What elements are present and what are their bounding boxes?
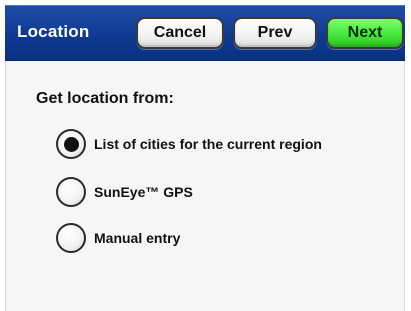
option-label: SunEye™ GPS: [94, 184, 193, 200]
next-button[interactable]: Next: [326, 17, 404, 49]
page-title: Location: [17, 22, 90, 41]
radio-option-city-list[interactable]: List of cities for the current region: [56, 128, 322, 160]
radio-selected-dot: [63, 136, 79, 152]
radio-button[interactable]: [56, 223, 86, 253]
location-source-label: Get location from:: [36, 90, 174, 107]
option-label: Manual entry: [94, 230, 181, 246]
title-bar: Location Cancel Prev Next: [5, 5, 405, 61]
prev-button[interactable]: Prev: [233, 17, 317, 49]
radio-button-selected[interactable]: [56, 129, 86, 159]
option-label: List of cities for the current region: [94, 136, 322, 152]
radio-button[interactable]: [56, 177, 86, 207]
location-dialog: Location Cancel Prev Next Get location f…: [0, 0, 411, 311]
radio-option-manual[interactable]: Manual entry: [56, 222, 180, 254]
radio-option-gps[interactable]: SunEye™ GPS: [56, 176, 193, 208]
cancel-button[interactable]: Cancel: [136, 17, 224, 49]
